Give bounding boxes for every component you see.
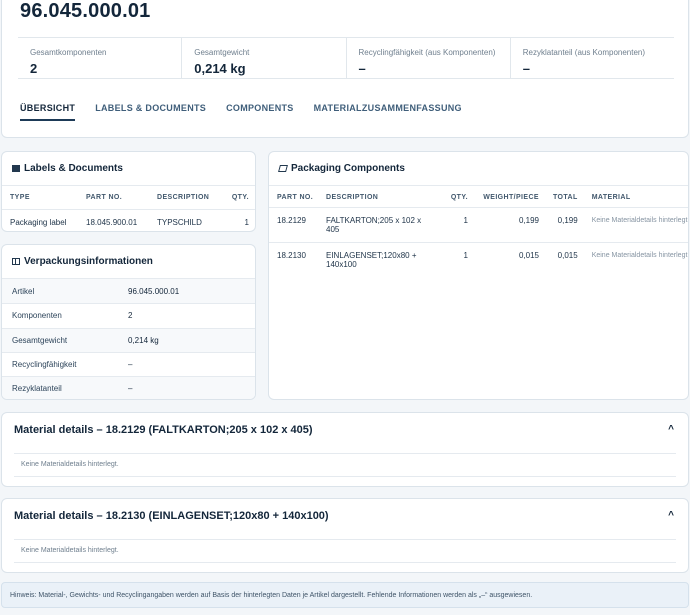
card-title: Packaging Components	[269, 152, 688, 186]
info-row-weight: Gesamtgewicht 0,214 kg	[2, 327, 255, 352]
cell-total: 0,199	[545, 207, 584, 243]
components-table: PART NO. DESCRIPTION QTY. WEIGHT/PIECE T…	[269, 186, 688, 277]
info-row-recyclability: Recyclingfähigkeit –	[2, 351, 255, 376]
table-row[interactable]: 18.2130 EINLAGENSET;120x80 + 140x100 1 0…	[269, 242, 688, 277]
cell-part-no: 18.045.900.01	[78, 209, 149, 231]
info-key: Gesamtgewicht	[12, 335, 68, 345]
card-title-text: Labels & Documents	[24, 163, 123, 174]
labels-documents-card: Labels & Documents TYPE PART NO. DESCRIP…	[1, 151, 256, 232]
stat-label: Gesamtkomponenten	[30, 48, 107, 57]
material-details-toggle[interactable]: Material details – 18.2129 (FALTKARTON;2…	[2, 413, 688, 447]
document-icon	[12, 165, 20, 172]
stat-label: Gesamtgewicht	[194, 48, 250, 57]
stat-total-components: Gesamtkomponenten 2	[18, 38, 181, 78]
material-details-toggle[interactable]: Material details – 18.2130 (EINLAGENSET;…	[2, 499, 688, 533]
stat-recycled-content: Rezyklatanteil (aus Komponenten) –	[509, 38, 674, 78]
column-header: TYPE	[10, 194, 30, 201]
column-header: PART NO.	[269, 186, 318, 208]
stat-label: Recyclingfähigkeit (aus Komponenten)	[358, 48, 496, 57]
column-header: DESCRIPTION	[318, 186, 436, 208]
info-value: –	[128, 384, 133, 394]
card-title-text: Packaging Components	[291, 163, 405, 174]
cell-part-no: 18.2129	[269, 207, 318, 243]
stat-value: 0,214 kg	[194, 61, 246, 76]
column-header: QTY.	[231, 194, 249, 201]
tab-components[interactable]: COMPONENTS	[226, 103, 294, 121]
material-details-title: Material details – 18.2130 (EINLAGENSET;…	[14, 510, 329, 522]
info-value: –	[128, 360, 133, 370]
column-header: PART NO.	[86, 194, 123, 201]
cell-description: EINLAGENSET;120x80 + 140x100	[318, 242, 436, 277]
info-key: Komponenten	[12, 311, 62, 321]
stat-value: 2	[30, 61, 38, 76]
columns-icon	[12, 258, 20, 265]
table-row[interactable]: 18.2129 FALTKARTON;205 x 102 x 405 1 0,1…	[269, 207, 688, 243]
box-icon	[278, 165, 288, 172]
cell-description: TYPSCHILD	[149, 209, 221, 231]
cell-qty: 1	[436, 207, 474, 243]
card-title: Labels & Documents	[2, 152, 255, 186]
info-key: Recyclingfähigkeit	[12, 360, 77, 370]
table-row[interactable]: Packaging label 18.045.900.01 TYPSCHILD …	[2, 209, 255, 231]
column-header: QTY.	[436, 186, 474, 208]
column-header: DESCRIPTION	[157, 194, 210, 201]
column-header: WEIGHT/PIECE	[474, 186, 545, 208]
stat-value: –	[358, 61, 366, 76]
material-details-body: Keine Materialdetails hinterlegt.	[14, 539, 676, 563]
cell-qty: 1	[436, 242, 474, 277]
material-details-panel-1: Material details – 18.2129 (FALTKARTON;2…	[1, 412, 689, 487]
stats-row: Gesamtkomponenten 2 Gesamtgewicht 0,214 …	[18, 37, 674, 79]
stat-label: Rezyklatanteil (aus Komponenten)	[522, 48, 646, 57]
cell-qty: 1	[221, 209, 255, 231]
card-title: Verpackungsinformationen	[2, 245, 255, 279]
info-key: Rezyklatanteil	[12, 384, 62, 394]
card-title-text: Verpackungsinformationen	[24, 256, 153, 267]
material-details-title: Material details – 18.2129 (FALTKARTON;2…	[14, 424, 313, 436]
article-header: 96.045.000.01 Gesamtkomponenten 2 Gesamt…	[1, 0, 689, 138]
info-value: 96.045.000.01	[128, 286, 180, 296]
tab-labels-documents[interactable]: LABELS & DOCUMENTS	[95, 103, 206, 121]
cell-type: Packaging label	[2, 209, 78, 231]
cell-material: Keine Materialdetails hinterlegt	[583, 242, 688, 277]
material-details-body: Keine Materialdetails hinterlegt.	[14, 453, 676, 477]
cell-description: FALTKARTON;205 x 102 x 405	[318, 207, 436, 243]
packaging-info-card: Verpackungsinformationen Artikel 96.045.…	[1, 244, 256, 400]
labels-table: TYPE PART NO. DESCRIPTION QTY. Packaging…	[2, 186, 255, 231]
hint-banner: Hinweis: Material-, Gewichts- und Recycl…	[1, 582, 689, 608]
info-row-recycled-content: Rezyklatanteil –	[2, 376, 255, 399]
packaging-components-card: Packaging Components PART NO. DESCRIPTIO…	[268, 151, 689, 400]
chevron-up-icon[interactable]: ^	[668, 424, 674, 436]
info-row-components: Komponenten 2	[2, 303, 255, 327]
cell-material: Keine Materialdetails hinterlegt	[583, 207, 688, 243]
cell-weight: 0,199	[474, 207, 545, 243]
material-details-panel-2: Material details – 18.2130 (EINLAGENSET;…	[1, 498, 689, 573]
info-value: 2	[128, 311, 133, 321]
tab-overview[interactable]: ÜBERSICHT	[20, 103, 76, 121]
info-value: 0,214 kg	[128, 335, 159, 345]
info-list: Artikel 96.045.000.01 Komponenten 2 Gesa…	[2, 279, 255, 399]
column-header: MATERIAL	[583, 186, 688, 208]
page-title: 96.045.000.01	[20, 0, 151, 22]
info-row-article: Artikel 96.045.000.01	[2, 279, 255, 304]
stat-total-weight: Gesamtgewicht 0,214 kg	[181, 38, 345, 78]
tab-bar: ÜBERSICHT LABELS & DOCUMENTS COMPONENTS …	[20, 103, 462, 121]
info-key: Artikel	[12, 286, 35, 296]
tab-material-summary[interactable]: MATERIALZUSAMMENFASSUNG	[314, 103, 462, 121]
cell-part-no: 18.2130	[269, 242, 318, 277]
stat-recyclability: Recyclingfähigkeit (aus Komponenten) –	[345, 38, 510, 78]
cell-weight: 0,015	[474, 242, 545, 277]
stat-value: –	[522, 61, 530, 76]
column-header: TOTAL	[545, 186, 584, 208]
cell-total: 0,015	[545, 242, 584, 277]
chevron-up-icon[interactable]: ^	[668, 510, 674, 522]
